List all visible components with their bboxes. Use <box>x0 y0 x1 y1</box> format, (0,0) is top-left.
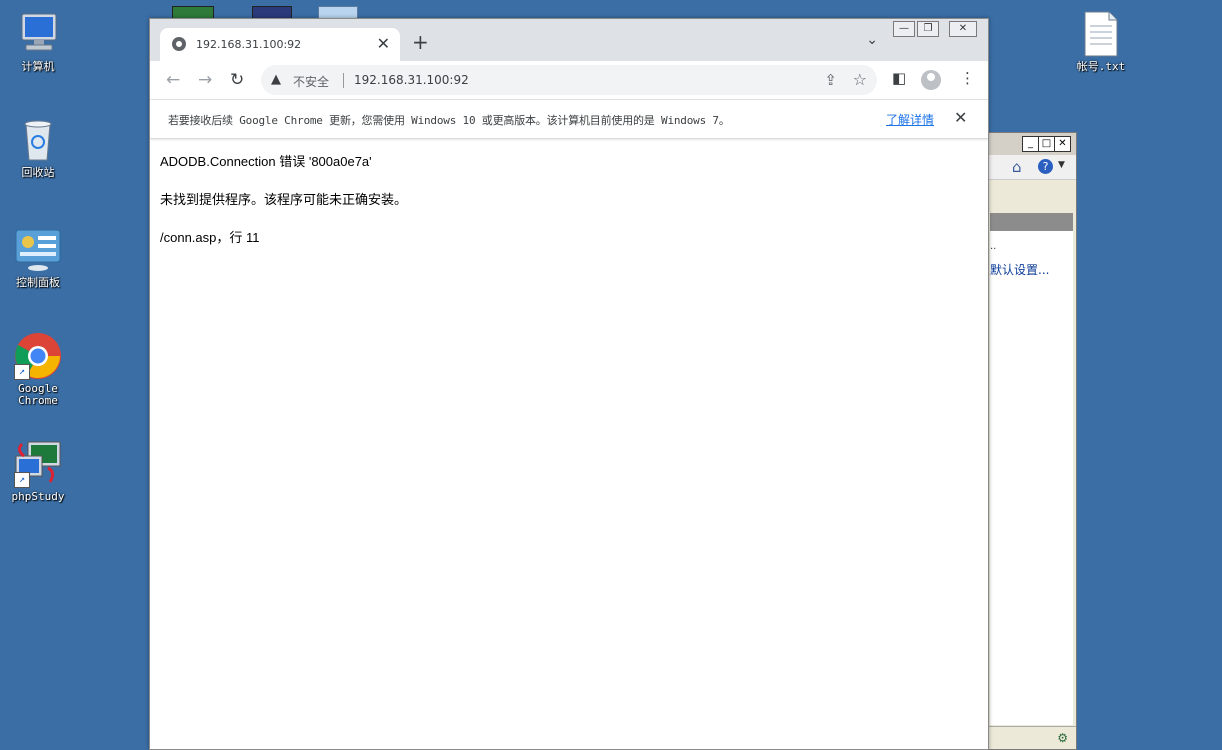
background-window-titlebar[interactable]: _ □ ✕ <box>986 133 1076 155</box>
help-icon[interactable]: ? <box>1038 159 1053 174</box>
bookmark-star-icon[interactable]: ☆ <box>853 70 867 89</box>
computer-icon <box>14 10 62 58</box>
error-title: ADODB.Connection 错误 '800a0e7a' <box>160 154 372 169</box>
maximize-button[interactable]: □ <box>1038 136 1055 152</box>
shortcut-arrow-icon: ↗ <box>14 472 30 488</box>
warning-icon[interactable]: ▲ <box>271 72 281 87</box>
tab-search-chevron-icon[interactable]: ⌄ <box>866 32 878 48</box>
network-icon: ⚙ <box>1057 731 1068 745</box>
status-bar: ⚙ <box>986 726 1076 749</box>
window-minimize-button[interactable]: — <box>893 21 915 37</box>
reload-icon[interactable]: ↻ <box>230 70 244 90</box>
page-content: ADODB.Connection 错误 '800a0e7a' 未找到提供程序。该… <box>150 139 988 277</box>
forward-arrow-icon[interactable]: → <box>198 70 212 90</box>
chrome-icon: ↗ <box>14 332 62 380</box>
browser-toolbar: ← → ↻ ▲ 不安全 192.168.31.100:92 ⇪ ☆ ◧ ⋮ <box>150 61 988 100</box>
window-close-button[interactable]: ✕ <box>949 21 977 37</box>
error-location: /conn.asp，行 11 <box>160 230 260 245</box>
chevron-down-icon[interactable]: ▼ <box>1058 160 1065 170</box>
side-panel-icon[interactable]: ◧ <box>892 69 906 87</box>
share-icon[interactable]: ⇪ <box>824 71 837 89</box>
back-arrow-icon[interactable]: ← <box>166 70 180 90</box>
content-pane <box>990 231 1073 725</box>
error-message: 未找到提供程序。该程序可能未正确安装。 <box>160 192 408 207</box>
learn-more-link[interactable]: 了解详情 <box>886 111 934 128</box>
more-menu-icon[interactable]: ⋮ <box>960 69 975 87</box>
url-text[interactable]: 192.168.31.100:92 <box>354 73 469 87</box>
desktop-icon-label: 回收站 <box>21 166 55 179</box>
window-restore-button[interactable]: ❐ <box>917 21 939 37</box>
desktop-icon-computer[interactable]: 计算机 <box>0 10 76 73</box>
address-bar[interactable]: ▲ 不安全 192.168.31.100:92 ⇪ ☆ <box>261 65 877 95</box>
infobar-message: 若要接收后续 Google Chrome 更新，您需使用 Windows 10 … <box>168 114 730 127</box>
minimize-button[interactable]: _ <box>1022 136 1039 152</box>
text-file-icon <box>1077 10 1125 58</box>
desktop-icon-label: 帐号.txt <box>1076 60 1126 73</box>
globe-icon <box>172 37 186 51</box>
desktop-icon-label: 计算机 <box>21 60 55 73</box>
desktop-icon-phpstudy[interactable]: ↗ phpStudy <box>0 440 76 503</box>
infobar-close-icon[interactable]: ✕ <box>954 108 967 127</box>
phpstudy-icon: ↗ <box>14 440 62 488</box>
tab-title: 192.168.31.100:92 <box>196 38 302 51</box>
desktop-icon-account-txt[interactable]: 帐号.txt <box>1063 10 1139 73</box>
desktop-icon-label: 控制面板 <box>16 276 60 289</box>
close-button[interactable]: ✕ <box>1054 136 1071 152</box>
profile-avatar-icon[interactable] <box>921 70 941 90</box>
default-settings-link[interactable]: 默认设置... <box>990 261 1049 278</box>
header-strip <box>990 213 1073 231</box>
control-panel-icon <box>14 226 62 274</box>
tab-active[interactable]: 192.168.31.100:92 ✕ <box>160 28 400 61</box>
desktop-icon-label: phpStudy <box>11 490 65 503</box>
desktop-icon-label: Google Chrome <box>18 382 58 407</box>
update-infobar: 若要接收后续 Google Chrome 更新，您需使用 Windows 10 … <box>150 100 988 139</box>
new-tab-button[interactable]: + <box>412 32 429 52</box>
recycle-bin-icon <box>14 116 62 164</box>
tab-close-button[interactable]: ✕ <box>377 34 390 53</box>
shortcut-arrow-icon: ↗ <box>14 364 30 380</box>
tab-strip: 192.168.31.100:92 ✕ + ⌄ — ❐ ✕ <box>150 19 988 61</box>
ellipsis-text: .. <box>990 241 997 252</box>
chrome-window[interactable]: 192.168.31.100:92 ✕ + ⌄ — ❐ ✕ ← → ↻ ▲ 不安… <box>149 18 989 750</box>
security-label[interactable]: 不安全 <box>293 73 329 90</box>
background-window-toolbar: ⌂ ? ▼ <box>986 155 1076 180</box>
desktop-icon-google-chrome[interactable]: ↗ Google Chrome <box>0 332 76 407</box>
home-icon[interactable]: ⌂ <box>1012 158 1022 176</box>
desktop-icon-control-panel[interactable]: 控制面板 <box>0 226 76 289</box>
desktop-icon-recycle-bin[interactable]: 回收站 <box>0 116 76 179</box>
address-separator <box>343 73 344 88</box>
background-window[interactable]: _ □ ✕ ⌂ ? ▼ .. 默认设置... ⚙ <box>985 132 1077 750</box>
